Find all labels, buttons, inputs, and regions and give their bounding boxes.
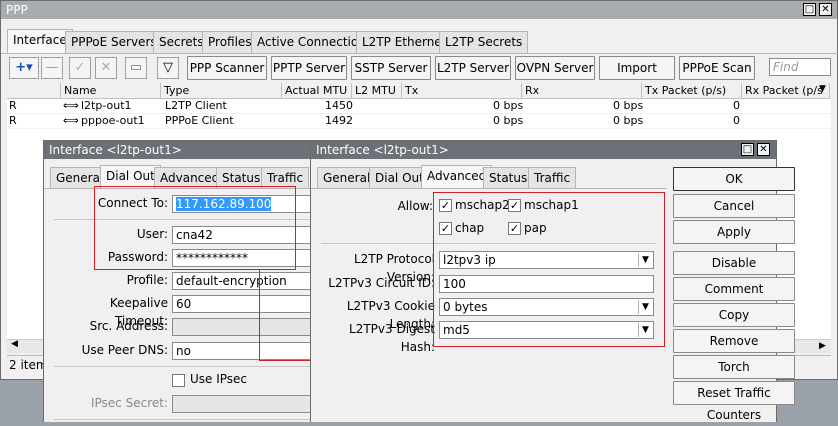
copy-button[interactable]: Copy (673, 303, 795, 327)
keepalive-input[interactable]: 60 (172, 295, 322, 313)
scroll-left-icon[interactable]: ◀ (11, 339, 18, 349)
ppp-scanner-button[interactable]: PPP Scanner (187, 56, 267, 80)
tab-status[interactable]: Status (483, 167, 534, 189)
col-actual-mtu[interactable]: Actual MTU (282, 83, 352, 99)
l2tp-server-button[interactable]: L2TP Server (435, 56, 511, 80)
table-row[interactable]: R ⟺ l2tp-out1 L2TP Client 1450 0 bps 0 b… (7, 99, 831, 113)
col-type[interactable]: Type (161, 83, 282, 99)
interface-dialog-dialout: Interface <l2tp-out1> General Dial Out A… (43, 140, 329, 422)
peer-dns-select[interactable]: no (172, 342, 322, 360)
col-tx[interactable]: Tx (402, 83, 522, 99)
comment-icon[interactable]: ▭ (125, 57, 147, 79)
tab-traffic[interactable]: Traffic (528, 167, 577, 189)
disable-button[interactable]: Disable (673, 251, 795, 275)
scroll-right-icon[interactable]: ▶ (819, 341, 826, 351)
find-input[interactable]: Find (769, 58, 831, 76)
import-ovpn-button[interactable]: Import .ovpn (599, 56, 675, 97)
torch-button[interactable]: Torch (673, 355, 795, 379)
remove-icon[interactable]: — (41, 57, 63, 79)
highlight-connector (259, 269, 260, 361)
col-l2-mtu[interactable]: L2 MTU (352, 83, 402, 99)
col-name[interactable]: Name (61, 83, 161, 99)
col-rx-packet[interactable]: Rx Packet (p/s (742, 83, 830, 99)
maximize-icon[interactable]: □ (741, 143, 754, 156)
ovpn-server-button[interactable]: OVPN Server (515, 56, 595, 80)
tab-interface[interactable]: Interface (7, 29, 73, 53)
tab-pppoe-servers[interactable]: PPPoE Servers (65, 31, 163, 53)
tab-l2tp-ethernet[interactable]: L2TP Ethernet (356, 31, 453, 53)
col-rx[interactable]: Rx (522, 83, 642, 99)
maximize-icon[interactable]: □ (803, 3, 816, 16)
tab-general[interactable]: General (317, 167, 377, 189)
col-tx-packet[interactable]: Tx Packet (p/s) (642, 83, 742, 99)
add-icon[interactable]: +▾ (9, 57, 39, 79)
disable-icon[interactable]: ✕ (95, 57, 117, 79)
tab-advanced[interactable]: Advanced (421, 165, 493, 189)
use-ipsec-label: Use IPsec (190, 372, 248, 386)
comment-button[interactable]: Comment (673, 277, 795, 301)
ppp-title-bar: PPP (1, 1, 837, 19)
profile-label: Profile: (126, 273, 168, 287)
circuit-id-label: L2TPv3 Circuit ID: (328, 276, 435, 290)
allow-label: Allow: (397, 199, 433, 213)
pptp-server-button[interactable]: PPTP Server (271, 56, 347, 80)
ipsec-secret-input[interactable] (172, 395, 322, 413)
highlight-box (433, 192, 665, 347)
table-row[interactable]: R ⟺ pppoe-out1 PPPoE Client 1492 0 bps 0… (7, 114, 831, 128)
highlight-box (94, 186, 296, 270)
ok-button[interactable]: OK (673, 167, 795, 191)
profile-select[interactable]: default-encryption (172, 272, 322, 290)
row-icon: ⟺ (63, 99, 79, 112)
peer-dns-label: Use Peer DNS: (81, 343, 168, 357)
dialog-title-bar[interactable]: Interface <l2tp-out1> (44, 141, 327, 159)
pppoe-scan-button[interactable]: PPPoE Scan (679, 56, 755, 80)
window-title: PPP (6, 3, 28, 17)
col-flag (7, 83, 61, 99)
close-icon[interactable]: ✕ (819, 3, 832, 16)
apply-button[interactable]: Apply (673, 220, 795, 244)
interface-dialog-advanced: Interface <l2tp-out1> □ ✕ General Dial O… (310, 140, 795, 422)
tab-l2tp-secrets[interactable]: L2TP Secrets (439, 31, 529, 53)
remove-button[interactable]: Remove (673, 329, 795, 353)
dialog-title-bar[interactable]: Interface <l2tp-out1> (311, 141, 776, 159)
filter-icon[interactable]: ▽ (157, 57, 179, 79)
ipsec-secret-label: IPsec Secret: (90, 396, 168, 410)
close-icon[interactable]: ✕ (757, 143, 770, 156)
enable-icon[interactable]: ✓ (69, 57, 91, 79)
src-address-input[interactable] (172, 318, 322, 336)
use-ipsec-checkbox[interactable] (172, 374, 185, 387)
reset-traffic-counters-button[interactable]: Reset Traffic Counters (673, 381, 795, 422)
row-icon: ⟺ (63, 114, 79, 127)
sstp-server-button[interactable]: SSTP Server (351, 56, 431, 80)
column-menu-icon[interactable]: ▼ (819, 84, 826, 94)
cancel-button[interactable]: Cancel (673, 194, 795, 218)
digest-hash-label: L2TPv3 Digest Hash: (349, 322, 435, 354)
src-address-label: Src. Address: (89, 319, 168, 333)
tab-profiles[interactable]: Profiles (202, 31, 258, 53)
